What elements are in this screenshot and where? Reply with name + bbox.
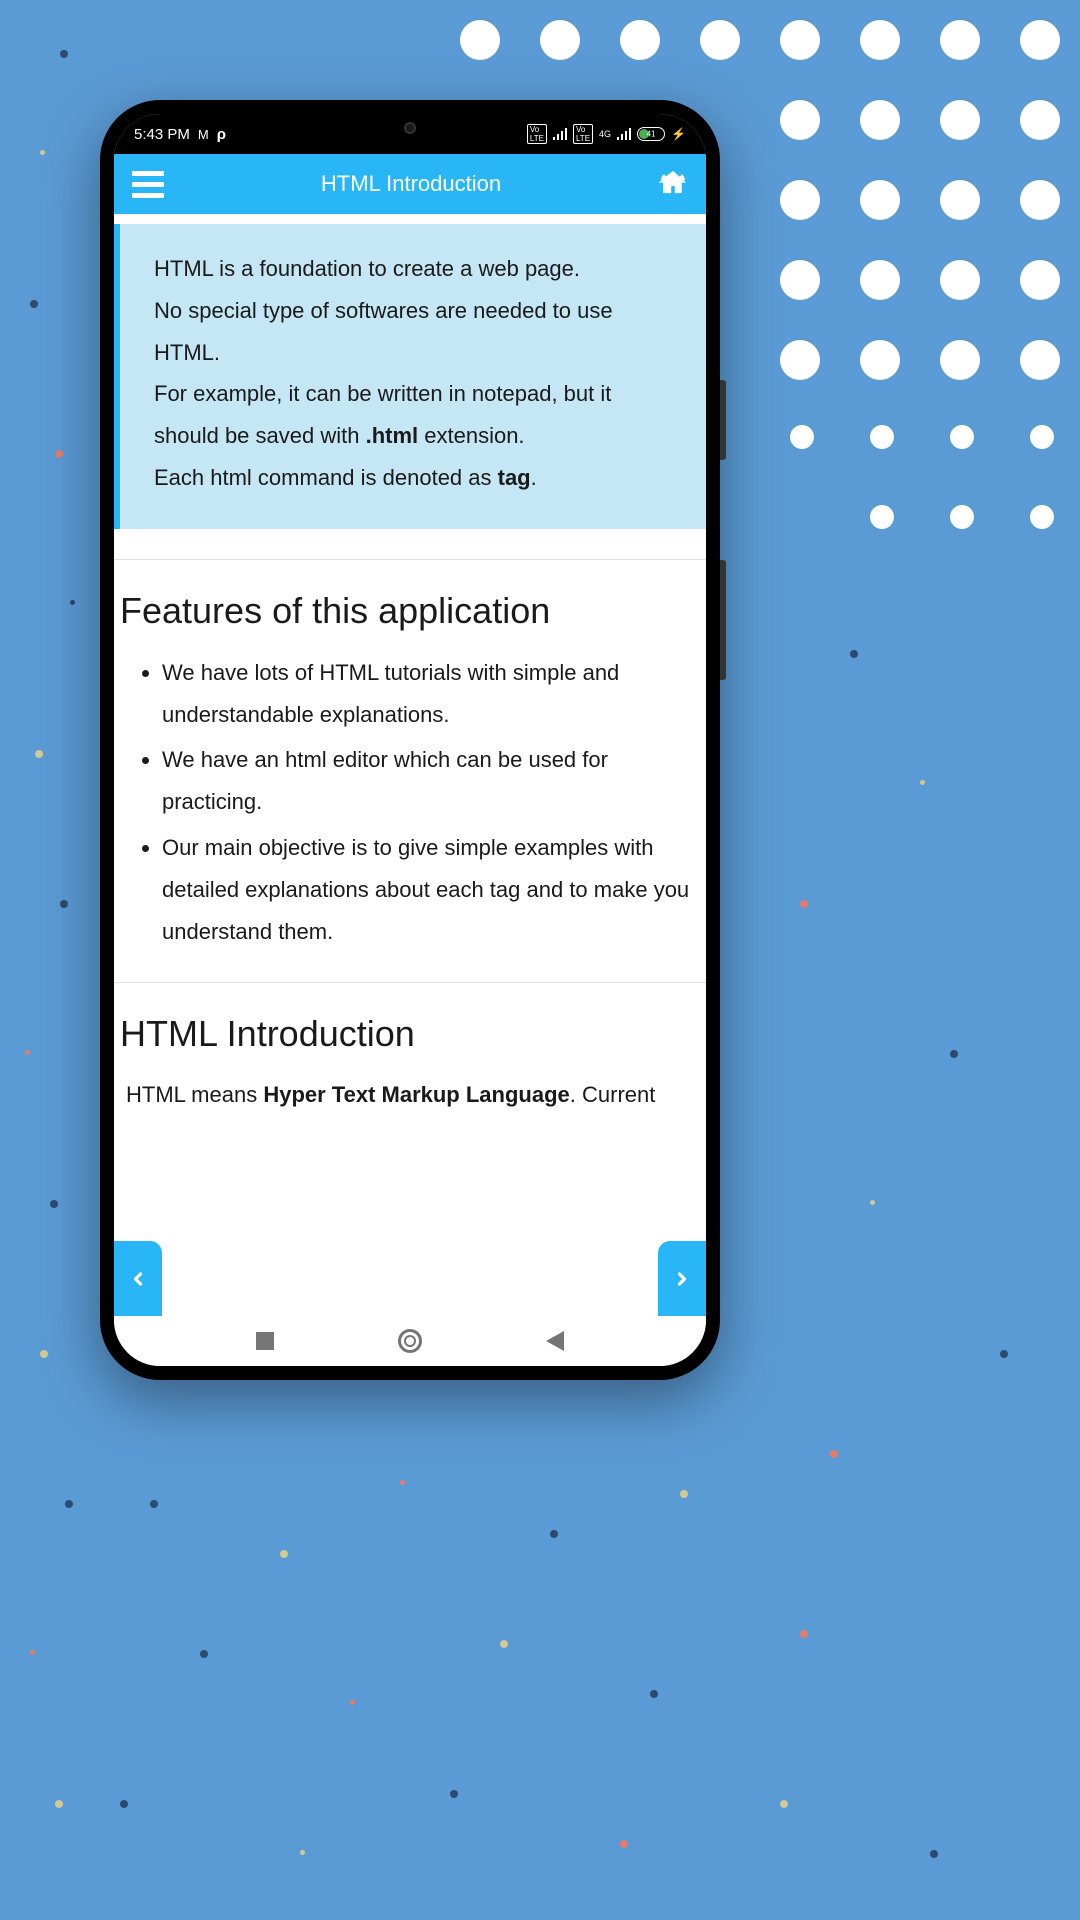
mail-icon: M xyxy=(198,127,209,142)
prev-button[interactable] xyxy=(114,1241,162,1316)
list-item: We have an html editor which can be used… xyxy=(162,739,696,823)
volte-icon: VoLTE xyxy=(527,124,547,144)
signal-icon xyxy=(553,128,567,140)
phone-notch xyxy=(330,114,490,142)
network-4g-icon: 4G xyxy=(599,129,611,139)
features-list: We have lots of HTML tutorials with simp… xyxy=(114,652,706,953)
home-button-nav[interactable] xyxy=(398,1329,422,1353)
status-time: 5:43 PM xyxy=(134,126,190,143)
intro-heading: HTML Introduction xyxy=(114,1003,706,1075)
app-bar-title: HTML Introduction xyxy=(321,171,501,197)
app-icon: ρ xyxy=(217,126,226,143)
signal-icon-2 xyxy=(617,128,631,140)
divider xyxy=(114,559,706,560)
intro-paragraph: HTML means Hyper Text Markup Language. C… xyxy=(114,1075,706,1115)
features-heading: Features of this application xyxy=(114,580,706,652)
phone-frame: 5:43 PM M ρ VoLTE VoLTE 4G 41 ⚡ xyxy=(100,100,720,1380)
list-item: Our main objective is to give simple exa… xyxy=(162,827,696,952)
android-nav-bar xyxy=(114,1316,706,1366)
content-area[interactable]: HTML is a foundation to create a web pag… xyxy=(114,214,706,1316)
intro-info-box: HTML is a foundation to create a web pag… xyxy=(114,224,706,529)
recent-apps-button[interactable] xyxy=(256,1332,274,1350)
menu-button[interactable] xyxy=(132,171,164,198)
home-button[interactable] xyxy=(658,168,688,201)
charging-icon: ⚡ xyxy=(671,127,686,141)
phone-side-button xyxy=(720,560,726,680)
volte-icon-2: VoLTE xyxy=(573,124,593,144)
chevron-right-icon xyxy=(672,1269,692,1289)
phone-side-button xyxy=(720,380,726,460)
back-button[interactable] xyxy=(546,1331,564,1351)
divider xyxy=(114,982,706,983)
list-item: We have lots of HTML tutorials with simp… xyxy=(162,652,696,736)
next-button[interactable] xyxy=(658,1241,706,1316)
battery-icon: 41 xyxy=(637,127,665,141)
app-bar: HTML Introduction xyxy=(114,154,706,214)
chevron-left-icon xyxy=(128,1269,148,1289)
